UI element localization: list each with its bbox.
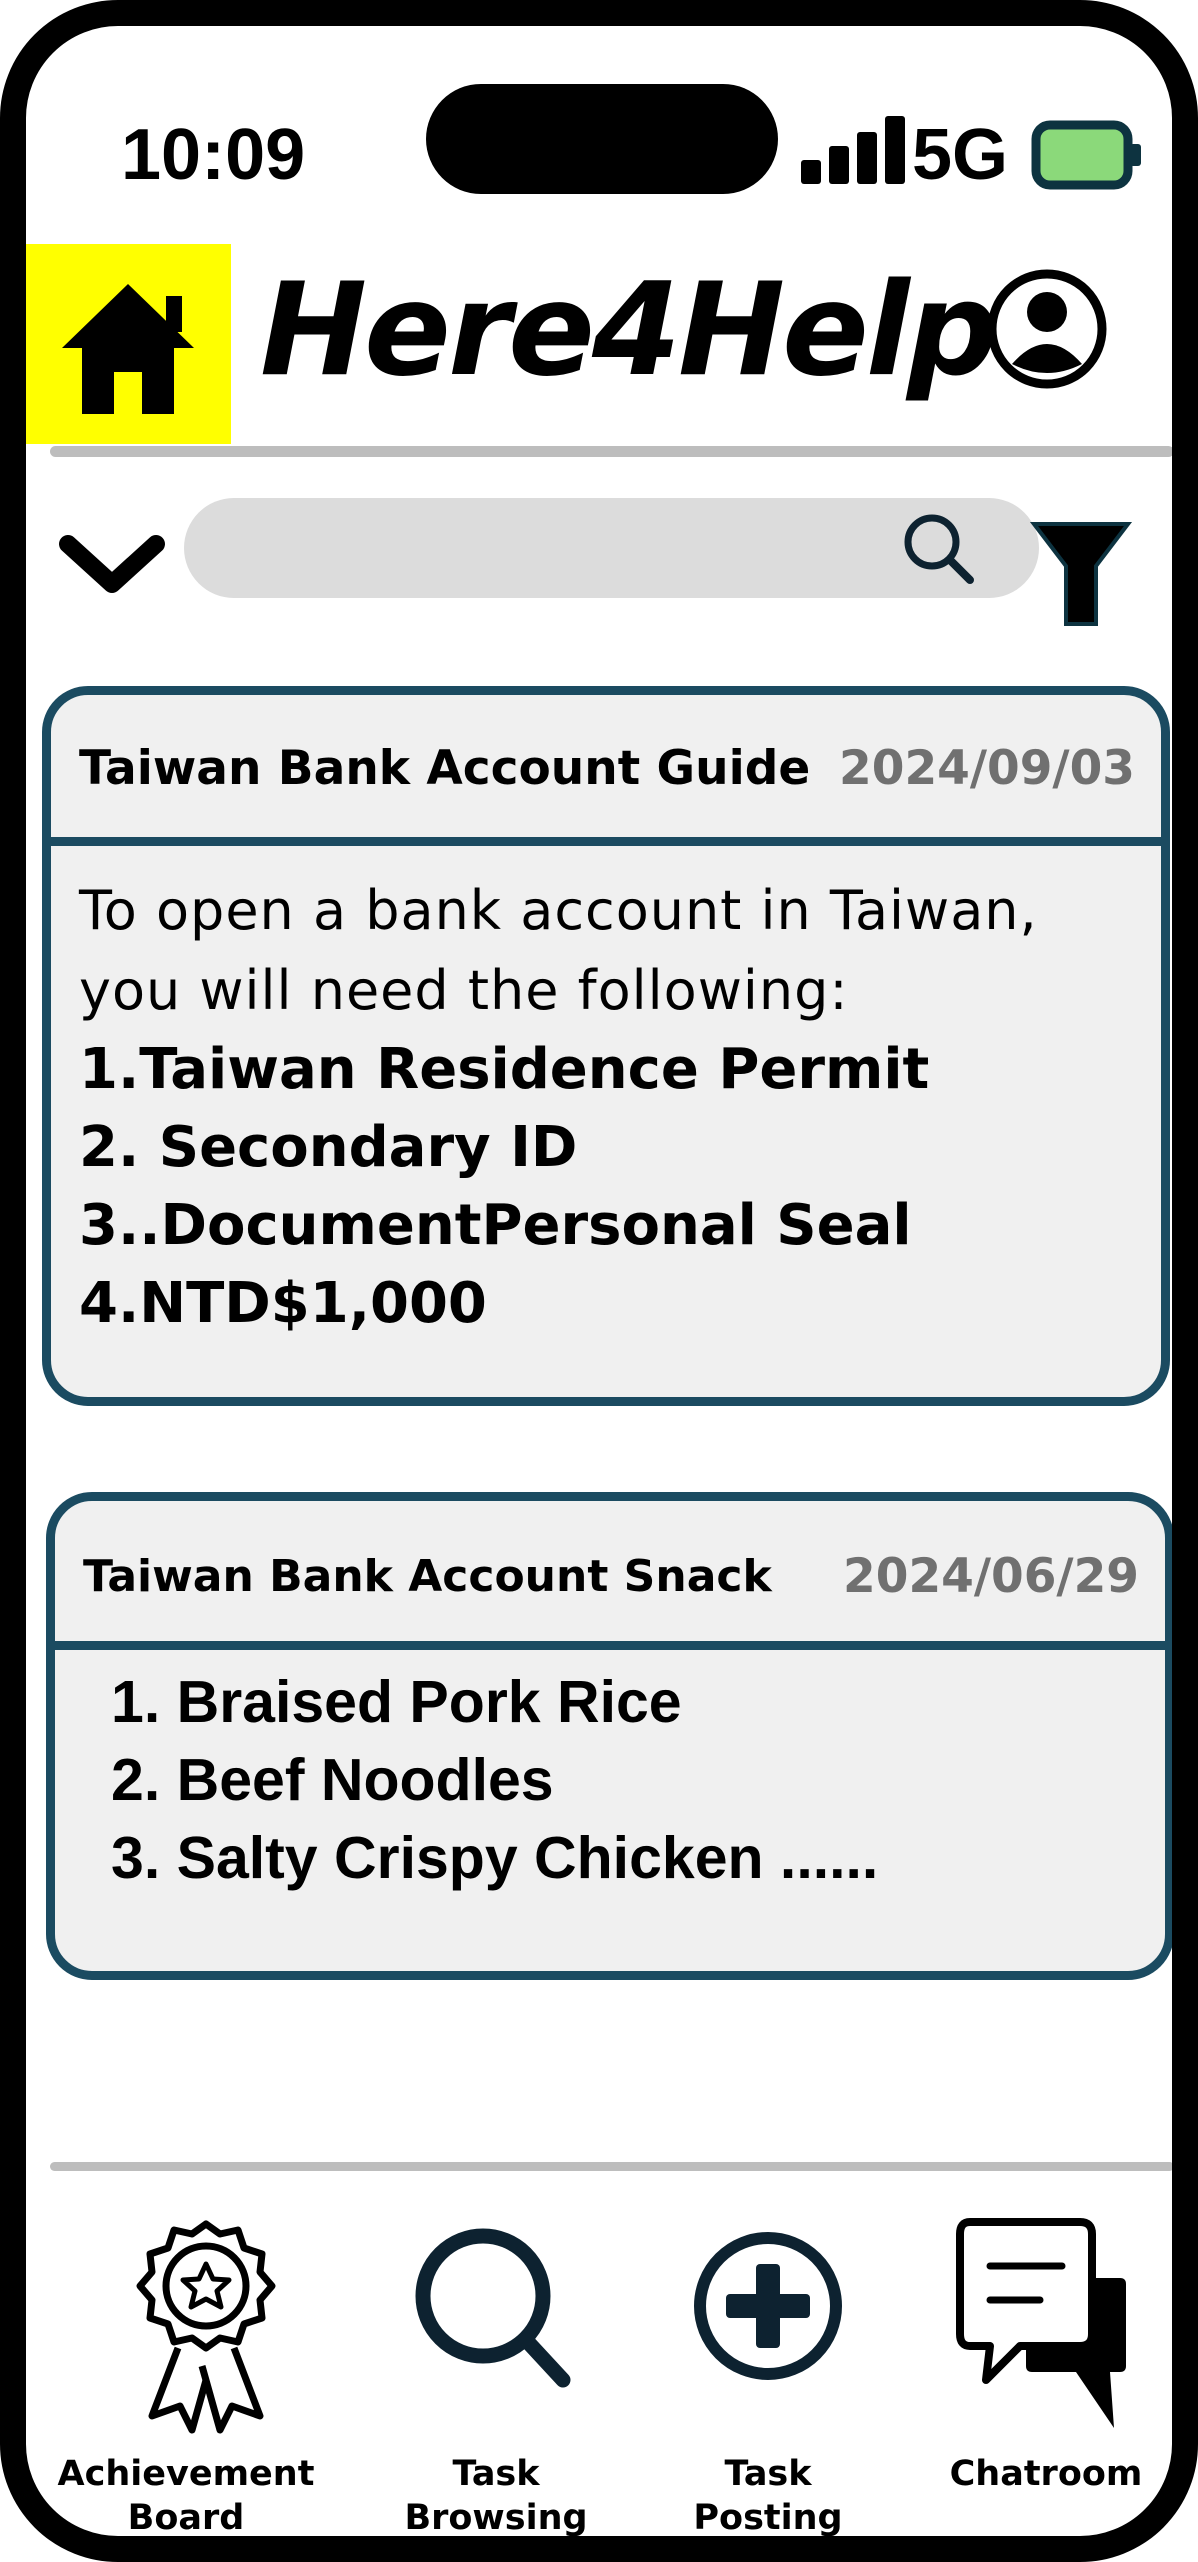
signal-icon	[801, 116, 911, 184]
card-date: 2024/06/29	[843, 1549, 1139, 1604]
filter-icon[interactable]	[1026, 502, 1136, 632]
phone-frame: 10:09 5G Here4Help Taiwan Bank Account G…	[0, 0, 1198, 2562]
chevron-down-icon[interactable]	[56, 526, 168, 606]
list-item: 2. Beef Noodles	[111, 1747, 554, 1813]
dynamic-island	[426, 84, 778, 194]
chat-icon	[956, 2218, 1126, 2428]
card-intro: To open a bank account in Taiwan, you wi…	[79, 871, 1038, 1031]
nav-label: Achievement Board	[57, 2454, 315, 2538]
status-time: 10:09	[121, 115, 306, 195]
home-icon	[62, 284, 194, 414]
list-item: 3..DocumentPersonal Seal	[79, 1193, 912, 1258]
nav-divider	[50, 2162, 1172, 2171]
card-list: 1. Braised Pork Rice 2. Beef Noodles 3. …	[111, 1663, 878, 1897]
profile-icon[interactable]	[984, 266, 1110, 392]
post-card[interactable]: Taiwan Bank Account Snack 2024/06/29 1. …	[46, 1492, 1172, 1980]
card-header: Taiwan Bank Account Snack 2024/06/29	[55, 1501, 1165, 1650]
list-item: 1.Taiwan Residence Permit	[79, 1037, 930, 1102]
nav-task-browsing[interactable]: Task Browsing	[366, 2216, 626, 2538]
intro-line: you will need the following:	[79, 959, 849, 1022]
list-item: 4.NTD$1,000	[79, 1271, 487, 1336]
nav-label: Task Posting	[693, 2454, 843, 2538]
nav-label: Task Browsing	[404, 2454, 588, 2538]
search-icon[interactable]	[898, 508, 980, 590]
nav-label: Chatroom	[949, 2454, 1143, 2494]
search-icon	[415, 2228, 571, 2388]
card-list: 1.Taiwan Residence Permit 2. Secondary I…	[79, 1031, 929, 1343]
search-input[interactable]	[184, 498, 1039, 598]
nav-achievement-board[interactable]: Achievement Board	[56, 2216, 316, 2538]
card-date: 2024/09/03	[839, 741, 1135, 796]
nav-task-posting[interactable]: Task Posting	[638, 2216, 898, 2538]
header-divider	[50, 446, 1172, 457]
plus-circle-icon	[694, 2232, 842, 2380]
list-item: 2. Secondary ID	[79, 1115, 578, 1180]
home-button[interactable]	[26, 244, 231, 444]
card-title: Taiwan Bank Account Snack	[83, 1551, 772, 1602]
card-header: Taiwan Bank Account Guide 2024/09/03	[51, 695, 1161, 846]
battery-icon	[1031, 120, 1141, 190]
app-title: Here4Help	[260, 256, 998, 405]
award-icon	[136, 2220, 276, 2434]
list-item: 3. Salty Crispy Chicken ......	[111, 1825, 879, 1891]
network-label: 5G	[912, 115, 1009, 195]
list-item: 1. Braised Pork Rice	[111, 1669, 682, 1735]
intro-line: To open a bank account in Taiwan,	[79, 879, 1038, 942]
card-title: Taiwan Bank Account Guide	[79, 741, 811, 796]
post-card[interactable]: Taiwan Bank Account Guide 2024/09/03 To …	[42, 686, 1170, 1406]
nav-chatroom[interactable]: Chatroom	[916, 2216, 1172, 2536]
